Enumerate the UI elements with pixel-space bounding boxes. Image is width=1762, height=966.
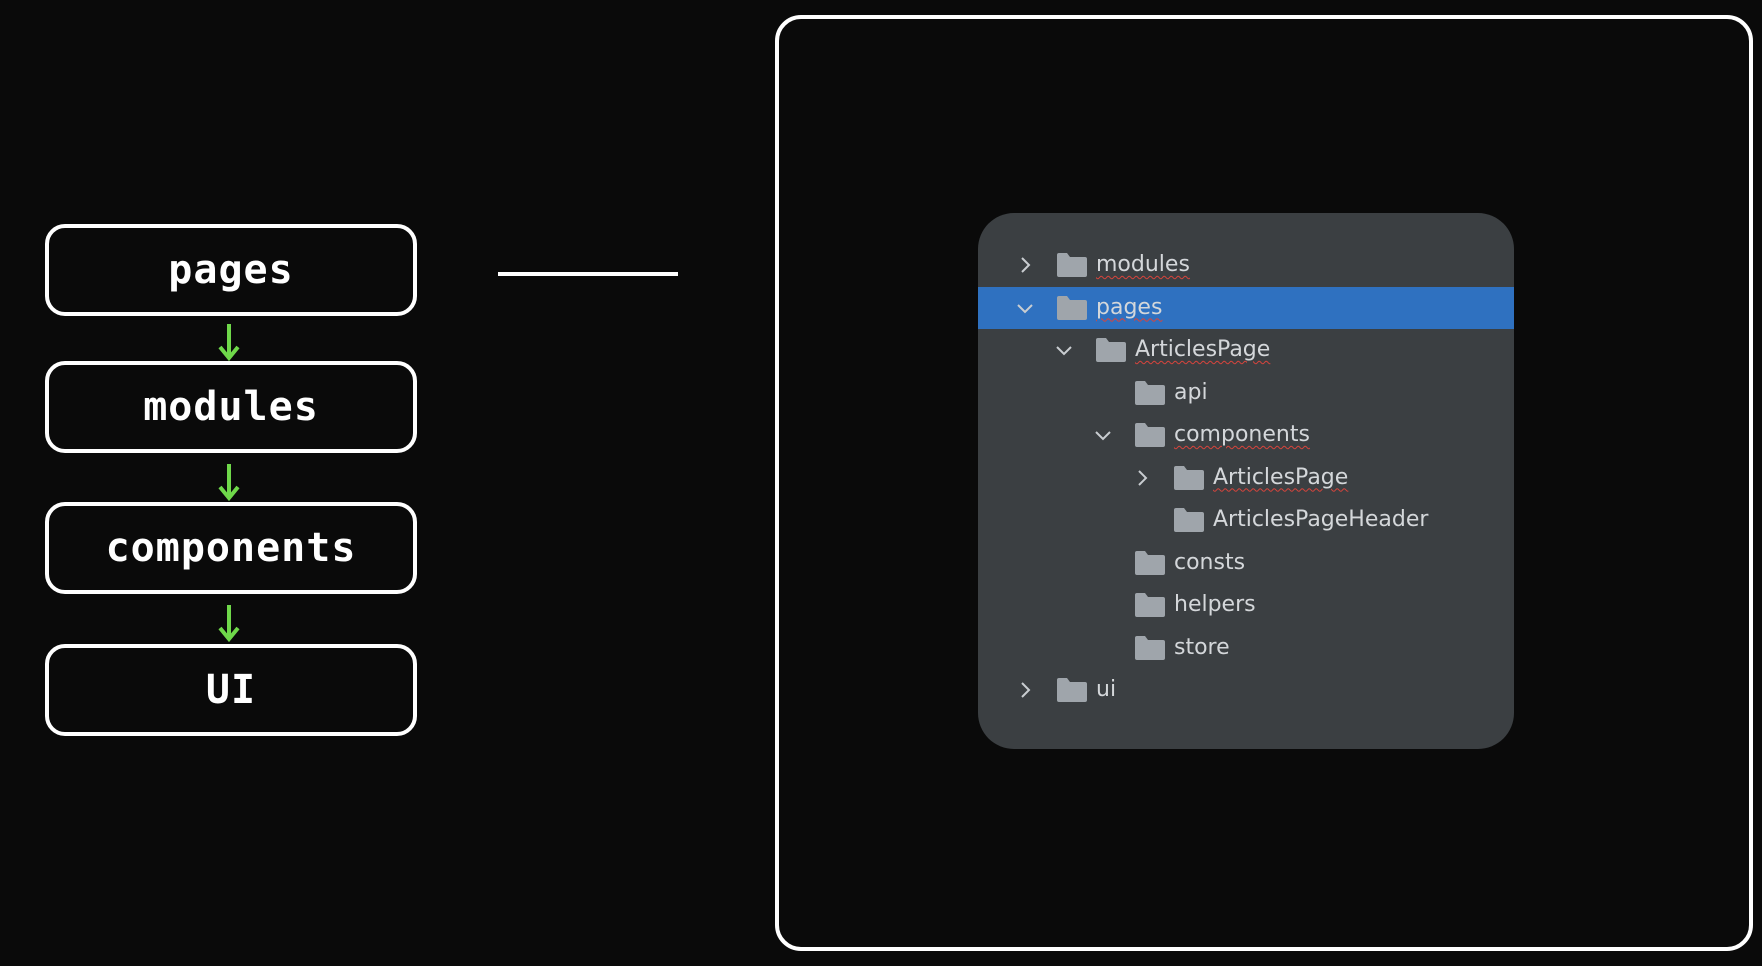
project-tree: modules pages ArticlesPage api components Art… (978, 213, 1514, 749)
folder-icon (1135, 635, 1165, 660)
tree-item-label: consts (1174, 549, 1246, 575)
arrow-down-icon (218, 605, 240, 643)
folder-icon (1135, 550, 1165, 575)
folder-icon (1174, 508, 1204, 532)
tree-item-articlespage[interactable]: ArticlesPage (978, 329, 1514, 371)
tree-item-label: pages (1096, 294, 1163, 320)
layer-label-pages: pages (168, 247, 294, 293)
chevron-right-icon[interactable] (1015, 680, 1035, 700)
tree-item-label: helpers (1174, 592, 1256, 617)
folder-icon (1057, 678, 1087, 702)
folder-icon (1057, 295, 1087, 320)
arrow-down-icon (218, 464, 240, 502)
chevron-down-icon[interactable] (1015, 298, 1035, 318)
tree-item-components[interactable]: components (978, 414, 1514, 456)
folder-icon (1096, 338, 1126, 362)
layer-label-modules: modules (143, 384, 319, 430)
tree-item-label: components (1174, 422, 1310, 447)
tree-item-helpers[interactable]: helpers (978, 584, 1514, 626)
tree-item-store[interactable]: store (978, 627, 1514, 669)
layer-label-components: components (105, 525, 357, 571)
tree-item-label: api (1174, 379, 1208, 405)
chevron-right-icon[interactable] (1132, 468, 1152, 488)
tree-item-label: ArticlesPage (1213, 464, 1349, 490)
layer-box-modules: modules (45, 361, 417, 453)
tree-item-label: store (1174, 634, 1230, 660)
folder-icon (1135, 380, 1165, 405)
layer-box-components: components (45, 502, 417, 594)
tree-item-modules[interactable]: modules (978, 244, 1514, 286)
chevron-down-icon[interactable] (1093, 425, 1113, 445)
tree-item-label: ui (1096, 677, 1117, 702)
folder-icon (1174, 465, 1204, 490)
tree-item-label: ArticlesPage (1135, 337, 1271, 362)
folder-icon (1057, 253, 1087, 277)
tree-item-pages[interactable]: pages (978, 286, 1514, 329)
tree-item-label: ArticlesPageHeader (1213, 507, 1429, 532)
tree-item-consts[interactable]: consts (978, 542, 1514, 584)
connector-line (498, 272, 678, 276)
chevron-down-icon[interactable] (1054, 340, 1074, 360)
layer-box-pages: pages (45, 224, 417, 316)
arrow-down-icon (218, 324, 240, 362)
tree-item-label: modules (1096, 252, 1190, 277)
tree-item-articlespage[interactable]: ArticlesPage (978, 457, 1514, 499)
folder-icon (1135, 593, 1165, 617)
chevron-right-icon[interactable] (1015, 255, 1035, 275)
tree-item-articlespageheader[interactable]: ArticlesPageHeader (978, 499, 1514, 541)
folder-icon (1135, 423, 1165, 447)
layer-box-ui: UI (45, 644, 417, 736)
tree-item-ui[interactable]: ui (978, 669, 1514, 711)
tree-item-api[interactable]: api (978, 372, 1514, 414)
layer-label-ui: UI (205, 667, 257, 713)
